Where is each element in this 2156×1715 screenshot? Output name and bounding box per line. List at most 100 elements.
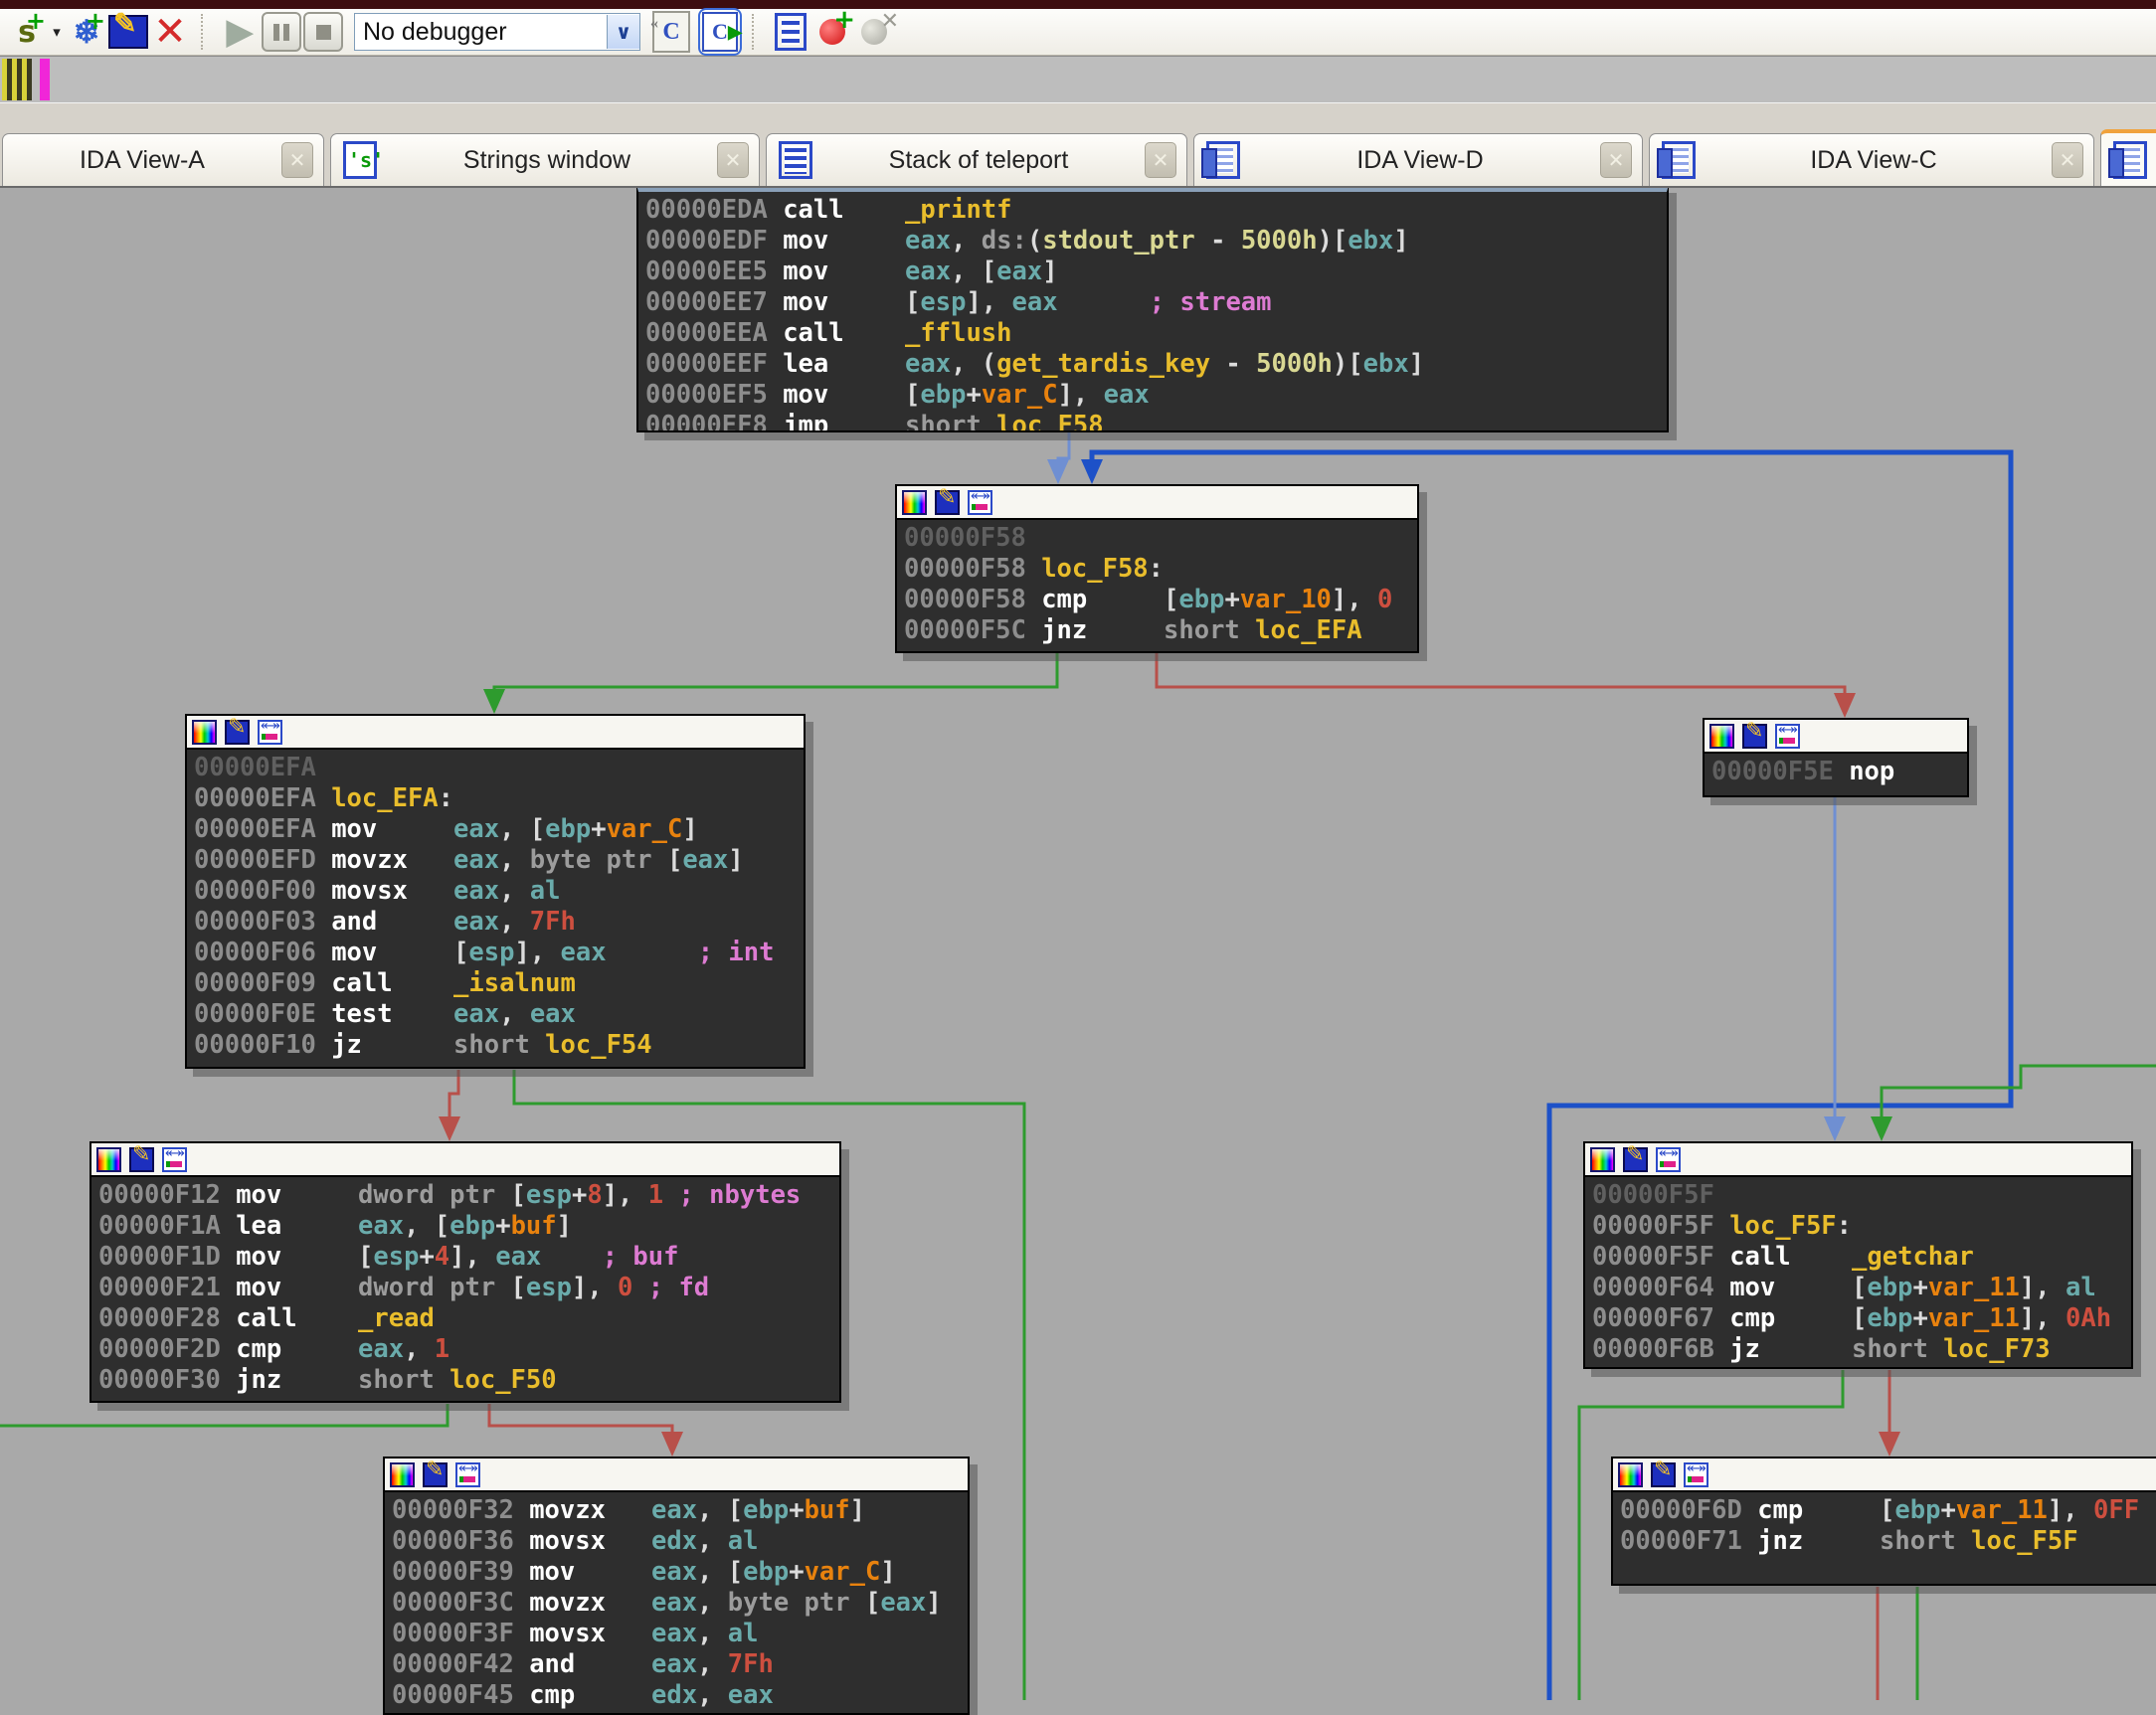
palette-icon[interactable]: [192, 720, 217, 745]
tab-partial[interactable]: [2100, 129, 2156, 186]
tab-close-icon[interactable]: ✕: [1600, 142, 1632, 178]
asm-line[interactable]: 00000EFA loc_EFA:: [194, 783, 797, 814]
asm-line[interactable]: 00000EE7 mov [esp], eax ; stream: [645, 287, 1660, 318]
asm-line[interactable]: 00000F12 mov dword ptr [esp+8], 1 ; nbyt…: [98, 1180, 832, 1211]
palette-icon[interactable]: [1590, 1147, 1615, 1172]
asm-line[interactable]: 00000F30 jnz short loc_F50: [98, 1365, 832, 1396]
tab-close-icon[interactable]: ✕: [2052, 142, 2083, 178]
asm-line[interactable]: 00000F21 mov dword ptr [esp], 0 ; fd: [98, 1273, 832, 1303]
group-icon[interactable]: [1684, 1462, 1708, 1487]
start-process-icon[interactable]: ▶: [219, 11, 261, 53]
tab-strings-window[interactable]: Strings window✕: [330, 133, 760, 186]
add-breakpoint-icon[interactable]: [811, 11, 853, 53]
group-icon[interactable]: [1775, 724, 1800, 749]
asm-line[interactable]: 00000F06 mov [esp], eax ; int: [194, 938, 797, 968]
asm-line[interactable]: 00000F5E nop: [1711, 757, 1960, 787]
graph-overview-band[interactable]: [0, 56, 2156, 103]
tab-ida-view-c[interactable]: IDA View-C✕: [1649, 133, 2094, 186]
asm-line[interactable]: 00000F1A lea eax, [ebp+buf]: [98, 1211, 832, 1242]
add-struct-icon[interactable]: s +: [6, 11, 48, 53]
asm-line[interactable]: 00000EEF lea eax, (get_tardis_key - 5000…: [645, 349, 1660, 380]
group-icon[interactable]: [455, 1462, 480, 1487]
palette-icon[interactable]: [1709, 724, 1734, 749]
edit-icon[interactable]: [107, 11, 149, 53]
palette-icon[interactable]: [96, 1147, 121, 1172]
asm-line[interactable]: 00000F2D cmp eax, 1: [98, 1334, 832, 1365]
asm-line[interactable]: 00000EFA mov eax, [ebp+var_C]: [194, 814, 797, 845]
basic-block-blk-F5E[interactable]: 00000F5E nop: [1703, 718, 1969, 797]
asm-line[interactable]: 00000F10 jz short loc_F54: [194, 1030, 797, 1061]
edit-block-icon[interactable]: [423, 1462, 448, 1487]
edit-block-icon[interactable]: [1742, 724, 1767, 749]
basic-block-blk-F12[interactable]: 00000F12 mov dword ptr [esp+8], 1 ; nbyt…: [90, 1141, 841, 1403]
basic-block-blk-F32[interactable]: 00000F32 movzx eax, [ebp+buf]00000F36 mo…: [383, 1457, 970, 1715]
debugger-select[interactable]: No debugger ∨: [354, 13, 640, 51]
group-icon[interactable]: [258, 720, 282, 745]
asm-line[interactable]: 00000F67 cmp [ebp+var_11], 0Ah: [1592, 1303, 2124, 1334]
palette-icon[interactable]: [1618, 1462, 1643, 1487]
asm-line[interactable]: 00000F39 mov eax, [ebp+var_C]: [392, 1557, 961, 1588]
edit-block-icon[interactable]: [129, 1147, 154, 1172]
edit-block-icon[interactable]: [1623, 1147, 1648, 1172]
basic-block-blk-F58[interactable]: 00000F5800000F58 loc_F58:00000F58 cmp [e…: [895, 484, 1419, 653]
asm-line[interactable]: 00000F64 mov [ebp+var_11], al: [1592, 1273, 2124, 1303]
asm-line[interactable]: 00000F45 cmp edx, eax: [392, 1680, 961, 1711]
basic-block-blk-F5F[interactable]: 00000F5F00000F5F loc_F5F:00000F5F call _…: [1583, 1141, 2133, 1369]
delete-icon[interactable]: ✕: [149, 11, 191, 53]
edit-block-icon[interactable]: [225, 720, 250, 745]
group-icon[interactable]: [968, 490, 992, 515]
run-c-icon[interactable]: C▶: [698, 8, 742, 56]
tab-ida-view-a[interactable]: IDA View-A✕: [2, 133, 324, 186]
edit-block-icon[interactable]: [1651, 1462, 1676, 1487]
asm-line[interactable]: 00000F71 jnz short loc_F5F: [1620, 1526, 2156, 1557]
asm-line[interactable]: 00000F03 and eax, 7Fh: [194, 907, 797, 938]
pause-process-icon[interactable]: [261, 11, 302, 53]
attach-c-icon[interactable]: C«: [650, 11, 692, 53]
asm-line[interactable]: 00000F28 call _read: [98, 1303, 832, 1334]
asm-line[interactable]: 00000EFA: [194, 753, 797, 783]
overview-marker[interactable]: [40, 59, 50, 100]
palette-icon[interactable]: [390, 1462, 415, 1487]
asm-line[interactable]: 00000F42 and eax, 7Fh: [392, 1649, 961, 1680]
tab-close-icon[interactable]: ✕: [281, 142, 313, 178]
delete-breakpoint-icon[interactable]: [853, 11, 895, 53]
tab-close-icon[interactable]: ✕: [717, 142, 749, 178]
asm-line[interactable]: 00000F5F call _getchar: [1592, 1242, 2124, 1273]
breakpoint-list-icon[interactable]: [770, 11, 811, 53]
tab-stack-of-teleport[interactable]: Stack of teleport✕: [766, 133, 1187, 186]
asm-line[interactable]: 00000F58 cmp [ebp+var_10], 0: [904, 585, 1410, 615]
group-icon[interactable]: [1656, 1147, 1681, 1172]
tab-close-icon[interactable]: ✕: [1145, 142, 1176, 178]
stop-process-icon[interactable]: [302, 11, 344, 53]
basic-block-blk-F6D[interactable]: 00000F6D cmp [ebp+var_11], 0FF00000F71 j…: [1611, 1457, 2156, 1586]
asm-line[interactable]: 00000EF5 mov [ebp+var_C], eax: [645, 380, 1660, 411]
asm-line[interactable]: 00000EDF mov eax, ds:(stdout_ptr - 5000h…: [645, 226, 1660, 257]
palette-icon[interactable]: [902, 490, 927, 515]
basic-block-blk-EDA[interactable]: 00000EDA call _printf00000EDF mov eax, d…: [636, 185, 1669, 432]
asm-line[interactable]: 00000F36 movsx edx, al: [392, 1526, 961, 1557]
asm-line[interactable]: 00000F6D cmp [ebp+var_11], 0FF: [1620, 1495, 2156, 1526]
asm-line[interactable]: 00000F5F loc_F5F:: [1592, 1211, 2124, 1242]
snowflake-add-icon[interactable]: ❄ +: [66, 11, 107, 53]
asm-line[interactable]: 00000EF8 jmp short loc_F58: [645, 411, 1660, 432]
dropdown-caret-icon[interactable]: ▾: [48, 11, 66, 53]
asm-line[interactable]: 00000F6B jz short loc_F73: [1592, 1334, 2124, 1365]
asm-line[interactable]: 00000F09 call _isalnum: [194, 968, 797, 999]
edit-block-icon[interactable]: [935, 490, 960, 515]
asm-line[interactable]: 00000F00 movsx eax, al: [194, 876, 797, 907]
asm-line[interactable]: 00000F58: [904, 523, 1410, 554]
basic-block-blk-EFA[interactable]: 00000EFA00000EFA loc_EFA:00000EFA mov ea…: [185, 714, 806, 1069]
asm-line[interactable]: 00000EDA call _printf: [645, 195, 1660, 226]
asm-line[interactable]: 00000EEA call _fflush: [645, 318, 1660, 349]
asm-line[interactable]: 00000EE5 mov eax, [eax]: [645, 257, 1660, 287]
tab-ida-view-d[interactable]: IDA View-D✕: [1193, 133, 1643, 186]
asm-line[interactable]: 00000F1D mov [esp+4], eax ; buf: [98, 1242, 832, 1273]
asm-line[interactable]: 00000EFD movzx eax, byte ptr [eax]: [194, 845, 797, 876]
asm-line[interactable]: 00000F3C movzx eax, byte ptr [eax]: [392, 1588, 961, 1619]
group-icon[interactable]: [162, 1147, 187, 1172]
asm-line[interactable]: 00000F32 movzx eax, [ebp+buf]: [392, 1495, 961, 1526]
asm-line[interactable]: 00000F0E test eax, eax: [194, 999, 797, 1030]
chevron-down-icon[interactable]: ∨: [607, 15, 639, 49]
asm-line[interactable]: 00000F3F movsx eax, al: [392, 1619, 961, 1649]
asm-line[interactable]: 00000F5F: [1592, 1180, 2124, 1211]
